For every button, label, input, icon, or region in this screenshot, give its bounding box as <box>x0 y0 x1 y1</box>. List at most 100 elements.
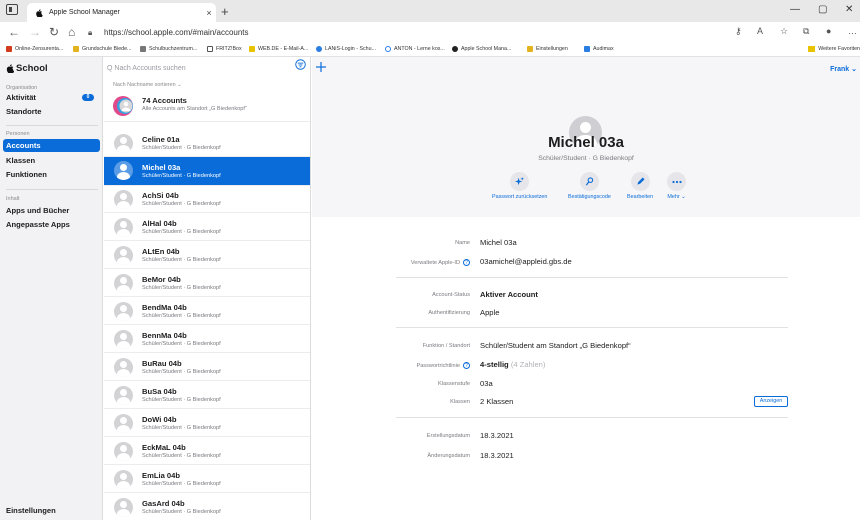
all-accounts-row[interactable]: 74 Accounts Alle Accounts am Standort „G… <box>104 91 310 122</box>
sidebar-item-funktionen[interactable]: Funktionen <box>3 168 100 181</box>
avatar <box>114 358 133 377</box>
more-icon[interactable]: … <box>848 26 857 36</box>
sidebar-item-aktivitaet[interactable]: Aktivität 0 <box>3 91 100 104</box>
sidebar-item-accounts[interactable]: Accounts <box>3 139 100 152</box>
filter-icon[interactable] <box>295 59 306 70</box>
new-tab-button[interactable]: + <box>221 4 229 19</box>
other-favorites[interactable]: Weitere Favoriten <box>808 46 860 52</box>
tab-actions-icon[interactable] <box>6 4 18 15</box>
bookmark-icon <box>316 46 322 52</box>
list-item[interactable]: AlHal 04b Schüler/Student · G Biedenkopf <box>104 214 310 241</box>
bookmark-icon <box>527 46 533 52</box>
tab-close-icon[interactable]: × <box>202 8 216 18</box>
sidebar-item-klassen[interactable]: Klassen <box>3 154 100 167</box>
reset-password-button[interactable]: Passwort zurücksetzen <box>492 172 547 200</box>
bookmark-item[interactable]: FRITZ!Box <box>207 46 242 52</box>
field-grade: Klassenstufe 03a <box>437 379 493 388</box>
browser-tab-bar: Apple School Manager × + — ▢ ✕ <box>0 0 860 22</box>
bookmark-item[interactable]: ANTON - Lerne kos... <box>385 46 445 52</box>
avatar <box>114 330 133 349</box>
sidebar-item-einstellungen[interactable]: Einstellungen <box>3 504 100 517</box>
accounts-list: Q Nach Accounts suchen Nach Nachname sor… <box>104 57 311 520</box>
avatar <box>114 386 133 405</box>
avatar <box>114 442 133 461</box>
bookmark-item[interactable]: Online-Zensurenta... <box>6 46 63 52</box>
profile-icon[interactable]: ● <box>826 26 831 36</box>
list-item[interactable]: GasArd 04b Schüler/Student · G Biedenkopf <box>104 494 310 520</box>
list-item[interactable]: BennMa 04b Schüler/Student · G Biedenkopf <box>104 326 310 353</box>
list-item[interactable]: ALtEn 04b Schüler/Student · G Biedenkopf <box>104 242 310 269</box>
browser-tab[interactable]: Apple School Manager × <box>27 3 216 22</box>
list-item[interactable]: EmLia 04b Schüler/Student · G Biedenkopf <box>104 466 310 493</box>
account-role: Schüler/Student · G Biedenkopf <box>538 155 634 162</box>
more-menu-button[interactable]: Mehr ⌄ <box>667 172 686 200</box>
address-bar-row: ← → ↻ ⌂ 🔒︎ https://school.apple.com/#mai… <box>0 22 860 43</box>
list-item-selected[interactable]: Michel 03a Schüler/Student · G Biedenkopf <box>104 157 310 186</box>
activity-badge: 0 <box>82 94 94 101</box>
list-item[interactable]: Celine 01a Schüler/Student · G Biedenkopf <box>104 130 310 157</box>
list-item[interactable]: BendMa 04b Schüler/Student · G Biedenkopf <box>104 298 310 325</box>
bookmark-item[interactable]: Audimax <box>584 46 614 52</box>
folder-icon <box>808 46 816 52</box>
avatar <box>114 470 133 489</box>
list-item[interactable]: BuRau 04b Schüler/Student · G Biedenkopf <box>104 354 310 381</box>
school-logo[interactable]: School <box>6 63 48 74</box>
sort-dropdown[interactable]: Nach Nachname sortieren ⌄ <box>113 82 182 88</box>
minimize-icon[interactable]: — <box>790 4 800 15</box>
bookmark-item[interactable]: Einstellungen <box>527 46 568 52</box>
favorites-icon[interactable]: ☆ <box>780 26 788 37</box>
bookmark-icon <box>385 46 391 52</box>
list-item[interactable]: BeMor 04b Schüler/Student · G Biedenkopf <box>104 270 310 297</box>
field-apple-id: Verwaltete Apple-ID? 03amichel@appleid.g… <box>410 257 572 266</box>
help-icon[interactable]: ? <box>463 259 470 266</box>
group-avatar-icon <box>113 96 133 116</box>
sidebar-item-angepasste-apps[interactable]: Angepasste Apps <box>3 218 100 231</box>
url-field[interactable]: 🔒︎ https://school.apple.com/#main/accoun… <box>88 24 768 41</box>
divider <box>6 189 98 190</box>
bookmark-item[interactable]: LANiS-Login - Schu... <box>316 46 376 52</box>
avatar <box>114 161 133 180</box>
user-menu-button[interactable]: Frank ⌄ <box>830 65 857 73</box>
help-icon[interactable]: ? <box>463 362 470 369</box>
list-item[interactable]: DoWi 04b Schüler/Student · G Biedenkopf <box>104 410 310 437</box>
back-icon[interactable]: ← <box>8 25 20 39</box>
divider <box>396 327 788 328</box>
bookmark-item[interactable]: Schulbuchzentrum... <box>140 46 197 52</box>
collections-icon[interactable]: ⧉ <box>803 26 809 37</box>
list-item[interactable]: AchSi 04b Schüler/Student · G Biedenkopf <box>104 186 310 213</box>
sidebar-item-standorte[interactable]: Standorte <box>3 105 100 118</box>
url-text: https://school.apple.com/#main/accounts <box>104 28 249 37</box>
avatar <box>114 246 133 265</box>
close-window-icon[interactable]: ✕ <box>845 4 853 15</box>
list-item[interactable]: BuSa 04b Schüler/Student · G Biedenkopf <box>104 382 310 409</box>
sparkle-icon <box>510 172 530 191</box>
sidebar: School Organisation Aktivität 0 Standort… <box>0 57 103 520</box>
sidebar-item-apps-und-buecher[interactable]: Apps und Bücher <box>3 204 100 217</box>
show-classes-button[interactable]: Anzeigen <box>754 396 788 407</box>
bookmark-icon <box>207 46 213 52</box>
verification-code-button[interactable]: Bestätigungscode <box>568 172 611 200</box>
list-item[interactable]: EckMaL 04b Schüler/Student · G Biedenkopf <box>104 438 310 465</box>
field-created: Erstellungsdatum 18.3.2021 <box>426 431 514 440</box>
bookmark-icon <box>73 46 79 52</box>
account-detail: Frank ⌄ Michel 03a Schüler/Student · G B… <box>312 57 860 520</box>
bookmark-icon <box>140 46 146 52</box>
maximize-icon[interactable]: ▢ <box>818 4 827 15</box>
avatar <box>114 218 133 237</box>
bookmark-item[interactable]: Apple School Mana... <box>452 46 511 52</box>
bookmark-item[interactable]: WEB.DE - E-Mail-A... <box>249 46 308 52</box>
section-personen: Personen <box>6 131 30 137</box>
add-icon[interactable] <box>315 61 327 73</box>
key-icon[interactable]: ⚷ <box>735 26 742 37</box>
read-aloud-icon[interactable]: A <box>757 26 763 36</box>
edit-button[interactable]: Bearbeiten <box>627 172 653 200</box>
search-placeholder: Q Nach Accounts suchen <box>107 64 186 72</box>
all-accounts-subtitle: Alle Accounts am Standort „G Biedenkopf“ <box>142 106 247 112</box>
forward-icon[interactable]: → <box>29 25 41 39</box>
home-icon[interactable]: ⌂ <box>68 25 75 39</box>
divider <box>6 125 98 126</box>
reload-icon[interactable]: ↻ <box>49 25 59 39</box>
search-input[interactable]: Q Nach Accounts suchen <box>107 61 307 75</box>
bookmark-item[interactable]: Grundschule Biede... <box>73 46 131 52</box>
bookmark-icon <box>452 46 458 52</box>
